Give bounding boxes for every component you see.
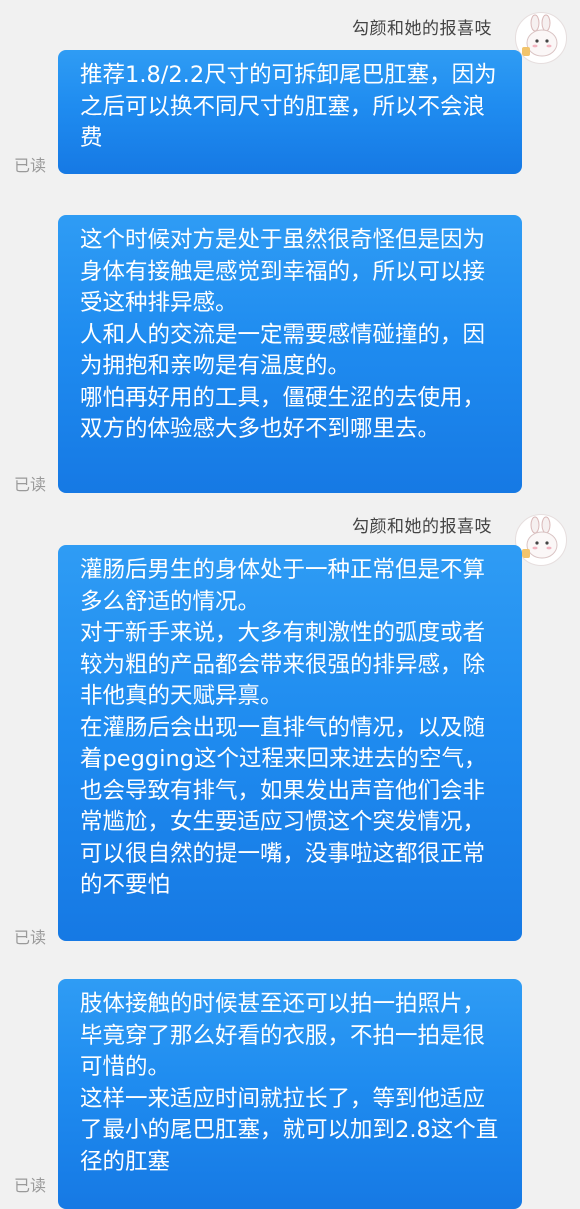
read-status: 已读 <box>14 475 47 494</box>
read-status: 已读 <box>14 1176 47 1195</box>
message-bubble[interactable]: 灌肠后男生的身体处于一种正常但是不算多么舒适的情况。 对于新手来说，大多有刺激性… <box>58 545 522 941</box>
sender-name: 勾颜和她的报喜吱 <box>352 517 492 537</box>
read-status: 已读 <box>14 928 47 947</box>
sheep-avatar-icon[interactable] <box>515 514 567 566</box>
message-bubble[interactable]: 这个时候对方是处于虽然很奇怪但是因为身体有接触是感觉到幸福的，所以可以接受这种排… <box>58 215 522 493</box>
sheep-avatar-icon[interactable] <box>515 12 567 64</box>
message-bubble[interactable]: 肢体接触的时候甚至还可以拍一拍照片，毕竟穿了那么好看的衣服，不拍一拍是很可惜的。… <box>58 979 522 1209</box>
chat-view: 勾颜和她的报喜吱 推荐1.8/2.2尺寸的可拆卸尾巴肛塞，因为之后可以换不同尺寸… <box>0 0 580 1209</box>
sender-name: 勾颜和她的报喜吱 <box>352 19 492 39</box>
message-bubble[interactable]: 推荐1.8/2.2尺寸的可拆卸尾巴肛塞，因为之后可以换不同尺寸的肛塞，所以不会浪… <box>58 50 522 174</box>
read-status: 已读 <box>14 156 47 175</box>
